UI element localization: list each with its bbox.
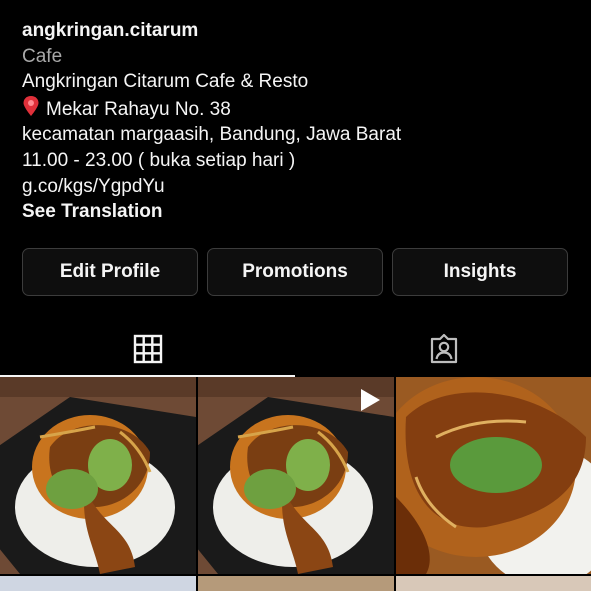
tab-tagged[interactable] xyxy=(296,322,591,376)
bio-address-text: Mekar Rahayu No. 38 xyxy=(46,98,231,120)
play-icon xyxy=(361,389,380,411)
post-thumbnail[interactable] xyxy=(0,377,196,574)
bio-line-hours: 11.00 - 23.00 ( buka setiap hari ) xyxy=(22,149,296,171)
food-photo xyxy=(0,377,196,574)
location-pin-icon xyxy=(23,95,39,116)
tagged-person-icon xyxy=(430,333,457,364)
post-thumbnail[interactable] xyxy=(396,576,591,591)
edit-profile-button[interactable]: Edit Profile xyxy=(22,248,198,296)
bio-line-address: Mekar Rahayu No. 38 xyxy=(22,95,582,123)
post-thumbnail[interactable] xyxy=(198,377,394,574)
post-thumbnail[interactable] xyxy=(198,576,394,591)
profile-action-buttons: Edit Profile Promotions Insights xyxy=(22,248,568,296)
profile-bio: angkringan.citarum Cafe Angkringan Citar… xyxy=(22,18,582,225)
bio-line-district: kecamatan margaasih, Bandung, Jawa Barat xyxy=(22,124,402,146)
see-translation-link[interactable]: See Translation xyxy=(22,199,582,225)
profile-tabs xyxy=(0,322,591,377)
grid-icon xyxy=(133,334,162,364)
post-thumbnail[interactable] xyxy=(0,576,196,591)
bio-link[interactable]: g.co/kgs/YgpdYu xyxy=(22,174,582,200)
promotions-button[interactable]: Promotions xyxy=(207,248,383,296)
post-thumbnail[interactable] xyxy=(396,377,591,574)
tab-posts-grid[interactable] xyxy=(0,322,295,376)
profile-category: Cafe xyxy=(22,45,63,67)
bio-line-name: Angkringan Citarum Cafe & Resto xyxy=(22,71,309,93)
food-photo xyxy=(396,377,591,574)
profile-username: angkringan.citarum xyxy=(22,20,199,41)
posts-grid xyxy=(0,377,591,591)
insights-button[interactable]: Insights xyxy=(392,248,568,296)
